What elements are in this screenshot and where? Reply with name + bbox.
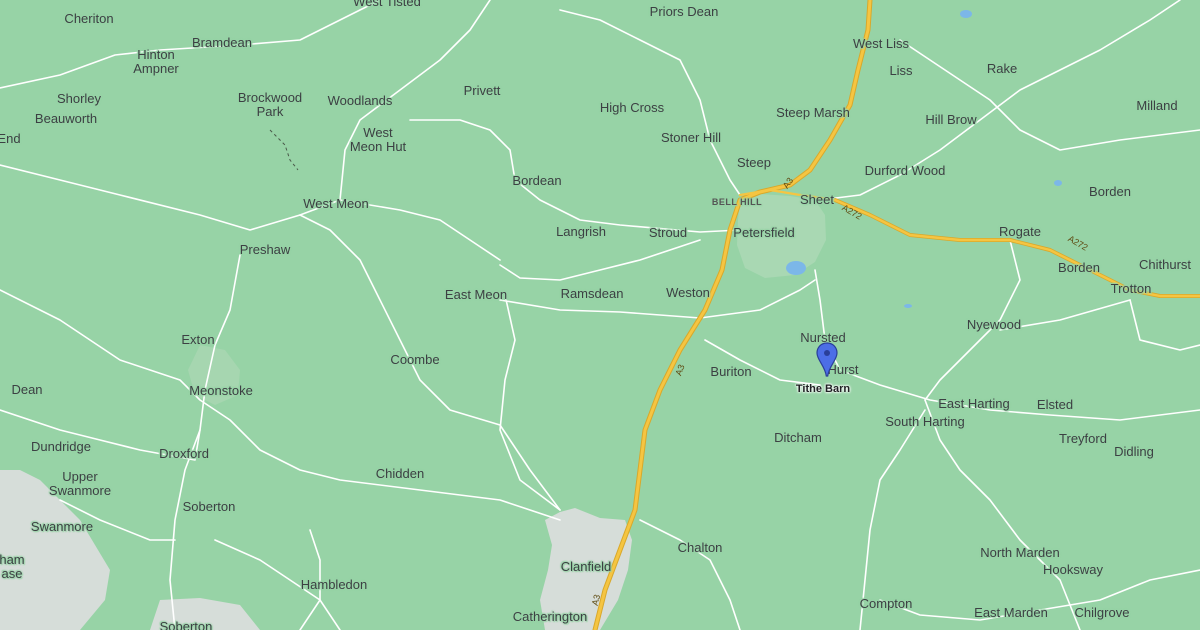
place-label[interactable]: High Cross: [600, 101, 664, 115]
place-label[interactable]: Hill Brow: [925, 113, 976, 127]
place-label[interactable]: East Meon: [445, 288, 507, 302]
place-label[interactable]: Langrish: [556, 225, 606, 239]
place-label[interactable]: Durford Wood: [865, 164, 946, 178]
place-label[interactable]: Petersfield: [733, 226, 794, 240]
place-label[interactable]: Catherington: [513, 610, 587, 624]
place-label[interactable]: Droxford: [159, 447, 209, 461]
place-label[interactable]: BELL HILL: [712, 195, 762, 209]
place-label[interactable]: Chithurst: [1139, 258, 1191, 272]
place-label[interactable]: Hooksway: [1043, 563, 1103, 577]
place-label[interactable]: Soberton: [160, 620, 213, 630]
place-label[interactable]: Swanmore: [31, 520, 93, 534]
place-label[interactable]: Sheet: [800, 193, 834, 207]
place-label[interactable]: Weston: [666, 286, 710, 300]
place-label[interactable]: Buriton: [710, 365, 751, 379]
place-label[interactable]: Liss: [889, 64, 912, 78]
place-label[interactable]: East Marden: [974, 606, 1048, 620]
place-label[interactable]: Beauworth: [35, 112, 97, 126]
place-label[interactable]: Shorley: [57, 92, 101, 106]
place-label[interactable]: Cheriton: [64, 12, 113, 26]
place-label[interactable]: West Meon: [303, 197, 369, 211]
place-label[interactable]: Borden: [1089, 185, 1131, 199]
place-label[interactable]: ham ase: [0, 553, 25, 581]
place-label[interactable]: Bordean: [512, 174, 561, 188]
place-label[interactable]: Woodlands: [328, 94, 393, 108]
place-label[interactable]: Soberton: [183, 500, 236, 514]
marker-label[interactable]: Tithe Barn: [796, 383, 850, 395]
place-label[interactable]: Rogate: [999, 225, 1041, 239]
place-label[interactable]: Nyewood: [967, 318, 1021, 332]
place-label[interactable]: Stoner Hill: [661, 131, 721, 145]
place-label[interactable]: East Harting: [938, 397, 1010, 411]
place-label[interactable]: Hambledon: [301, 578, 368, 592]
place-label[interactable]: Chidden: [376, 467, 424, 481]
place-label[interactable]: Brockwood Park: [238, 91, 302, 119]
place-label[interactable]: West Liss: [853, 37, 909, 51]
place-label[interactable]: End: [0, 132, 21, 146]
place-label[interactable]: North Marden: [980, 546, 1059, 560]
map-base-layer: [0, 0, 1200, 630]
pond-1: [960, 10, 972, 18]
place-label[interactable]: Compton: [860, 597, 913, 611]
place-label[interactable]: Dean: [11, 383, 42, 397]
place-label[interactable]: Hinton Ampner: [133, 48, 179, 76]
place-label[interactable]: Stroud: [649, 226, 687, 240]
place-label[interactable]: Privett: [464, 84, 501, 98]
place-label[interactable]: Clanfield: [561, 560, 612, 574]
map-canvas[interactable]: A3 A3 A3 A272 A272 Cheriton West Tisted …: [0, 0, 1200, 630]
pond-3: [904, 304, 912, 308]
place-label[interactable]: Chilgrove: [1075, 606, 1130, 620]
place-label[interactable]: Steep: [737, 156, 771, 170]
place-label[interactable]: West Meon Hut: [350, 126, 406, 154]
place-label[interactable]: Trotton: [1111, 282, 1152, 296]
place-label[interactable]: Bramdean: [192, 36, 252, 50]
place-label[interactable]: Rake: [987, 62, 1017, 76]
place-label[interactable]: Elsted: [1037, 398, 1073, 412]
place-label[interactable]: Priors Dean: [650, 5, 719, 19]
place-label[interactable]: Chalton: [678, 541, 723, 555]
place-label[interactable]: Dundridge: [31, 440, 91, 454]
pond-2: [1054, 180, 1062, 186]
place-label[interactable]: Preshaw: [240, 243, 291, 257]
place-label[interactable]: Didling: [1114, 445, 1154, 459]
place-label[interactable]: Milland: [1136, 99, 1177, 113]
place-label[interactable]: Ditcham: [774, 431, 822, 445]
place-label[interactable]: Steep Marsh: [776, 106, 850, 120]
place-label[interactable]: Treyford: [1059, 432, 1107, 446]
place-label[interactable]: Borden: [1058, 261, 1100, 275]
place-label[interactable]: Ramsdean: [561, 287, 624, 301]
place-label[interactable]: South Harting: [885, 415, 965, 429]
place-label[interactable]: West Tisted: [353, 0, 421, 9]
map-pin-icon[interactable]: [815, 342, 839, 378]
heath-pond: [786, 261, 806, 275]
place-label[interactable]: Exton: [181, 333, 214, 347]
place-label[interactable]: Coombe: [390, 353, 439, 367]
place-label[interactable]: Meonstoke: [189, 384, 253, 398]
place-label[interactable]: Upper Swanmore: [49, 470, 111, 498]
